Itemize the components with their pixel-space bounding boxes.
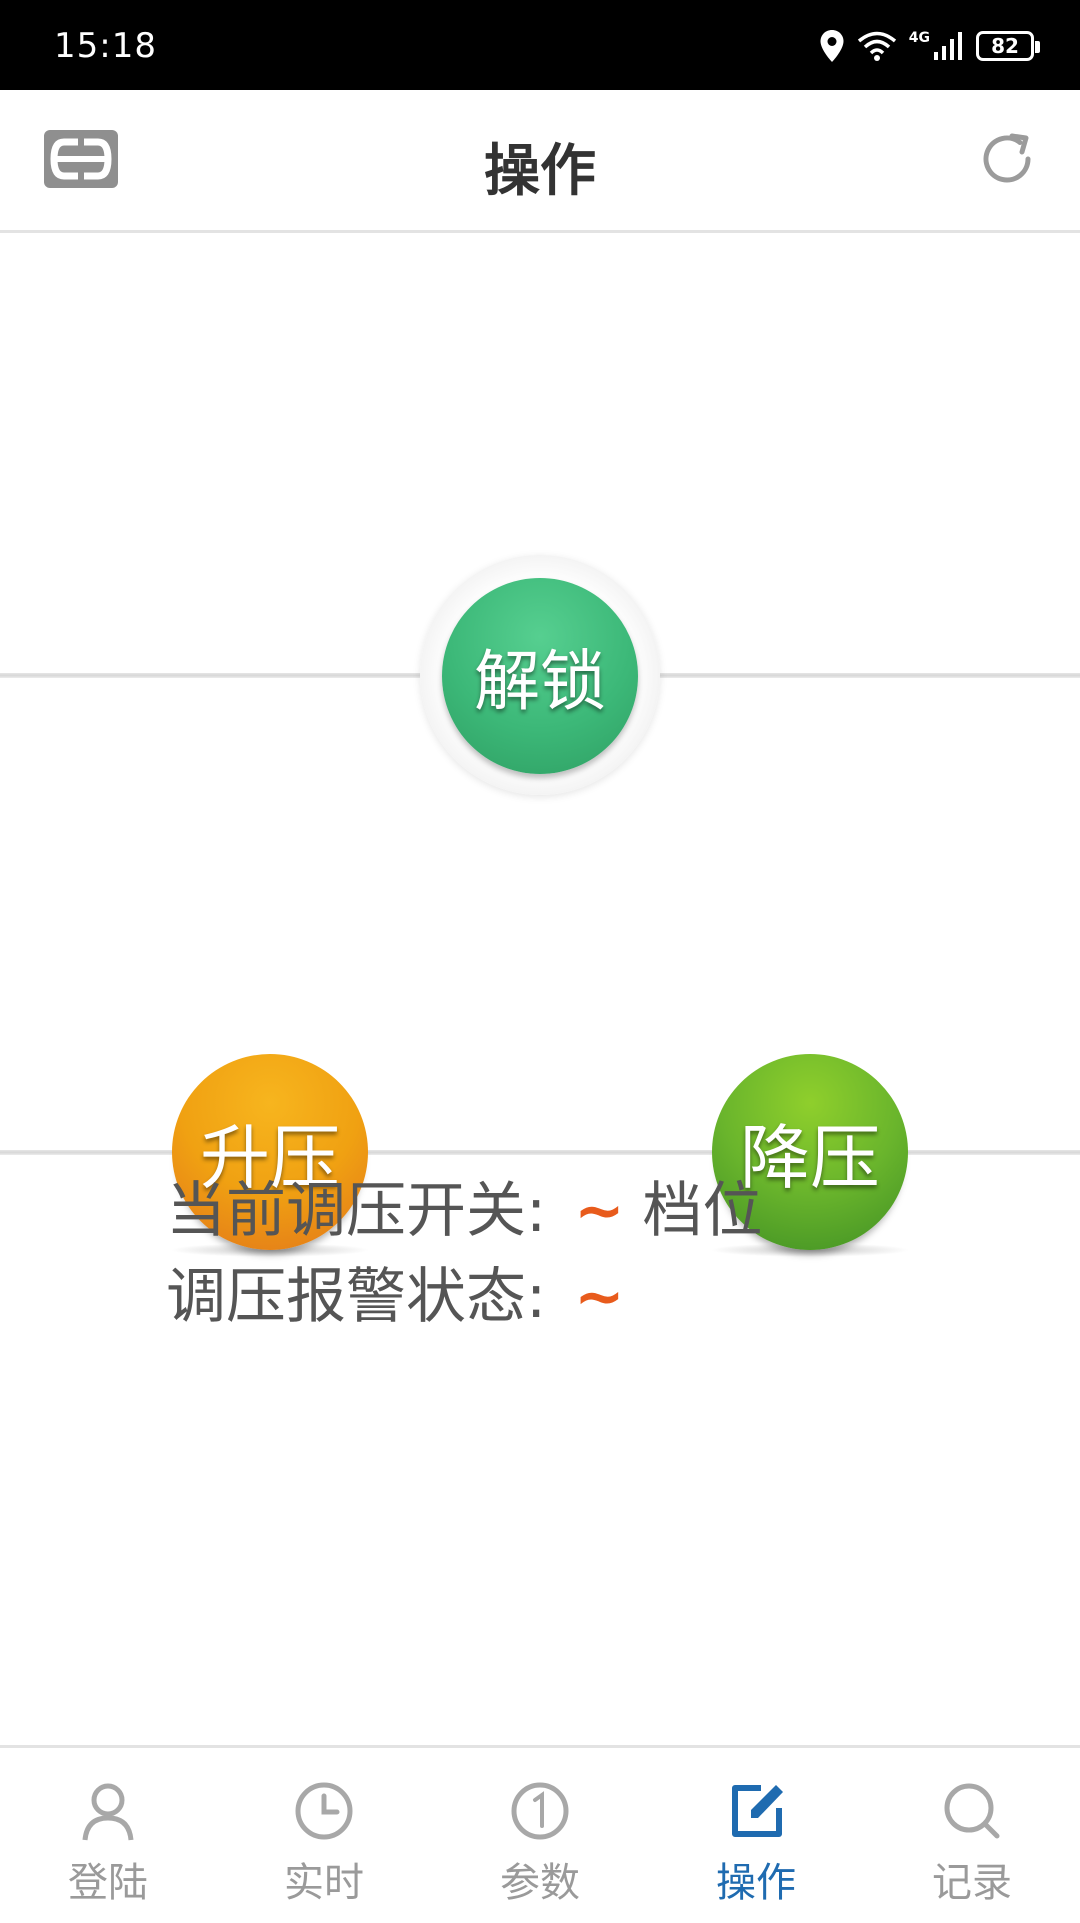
number-one-icon xyxy=(511,1782,569,1840)
nav-login[interactable]: 登陆 xyxy=(0,1748,216,1923)
tap-switch-label: 当前调压开关: xyxy=(166,1176,547,1246)
refresh-icon[interactable] xyxy=(976,128,1038,190)
network-type: 4G xyxy=(908,30,930,46)
alarm-value: ~ xyxy=(574,1262,625,1332)
operation-panel: 解锁 升压 降压 xyxy=(0,233,1080,1745)
status-bar: 15:18 4G 82 xyxy=(0,0,1080,90)
nav-params[interactable]: 参数 xyxy=(432,1748,648,1923)
clock-icon xyxy=(295,1782,353,1840)
status-icons: 4G 82 xyxy=(819,26,1040,66)
nav-label-realtime: 实时 xyxy=(284,1860,364,1906)
search-icon xyxy=(944,1783,1000,1839)
wifi-icon xyxy=(857,31,896,61)
nav-operation[interactable]: 操作 xyxy=(648,1748,864,1923)
nav-label-operation: 操作 xyxy=(716,1860,796,1906)
nav-label-params: 参数 xyxy=(500,1860,580,1906)
nav-label-records: 记录 xyxy=(932,1860,1012,1906)
tap-switch-unit: 档位 xyxy=(642,1176,763,1246)
status-info: 当前调压开关: ~ 档位 调压报警状态: ~ xyxy=(166,1168,763,1340)
signal-icon xyxy=(934,32,962,60)
tap-switch-value: ~ xyxy=(574,1176,625,1246)
page-title: 操作 xyxy=(484,139,596,204)
location-icon xyxy=(820,30,844,62)
user-icon xyxy=(82,1783,134,1841)
app-header: 操作 xyxy=(0,90,1080,233)
alarm-label: 调压报警状态: xyxy=(166,1262,547,1332)
pressure-track xyxy=(0,1150,1080,1155)
unlock-button[interactable]: 解锁 xyxy=(442,578,638,774)
bottom-nav: 登陆 实时 参数 操作 记录 xyxy=(0,1745,1080,1923)
alarm-status: 调压报警状态: ~ xyxy=(166,1254,763,1340)
nav-records[interactable]: 记录 xyxy=(864,1748,1080,1923)
nav-realtime[interactable]: 实时 xyxy=(216,1748,432,1923)
nav-label-login: 登陆 xyxy=(68,1860,148,1906)
battery-level: 82 xyxy=(991,34,1019,58)
edit-icon xyxy=(732,1785,783,1837)
status-time: 15:18 xyxy=(54,26,157,66)
battery-icon: 82 xyxy=(976,31,1040,61)
tap-switch-status: 当前调压开关: ~ 档位 xyxy=(166,1168,763,1254)
